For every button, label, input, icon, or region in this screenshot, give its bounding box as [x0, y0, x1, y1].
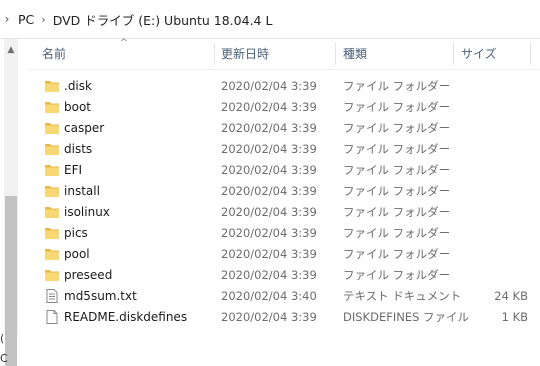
file-row[interactable]: preseed 2020/02/04 3:39 ファイル フォルダー [28, 265, 540, 286]
breadcrumb-pc[interactable]: PC [14, 12, 38, 27]
file-date: 2020/02/04 3:39 [221, 100, 317, 114]
column-header-name[interactable]: 名前 [42, 39, 66, 69]
file-row[interactable]: boot 2020/02/04 3:39 ファイル フォルダー [28, 97, 540, 118]
file-type: ファイル フォルダー [343, 205, 451, 219]
file-row[interactable]: md5sum.txt 2020/02/04 3:40 テキスト ドキュメント 24 K… [28, 286, 540, 307]
nav-item-label[interactable]: C [0, 352, 8, 365]
address-bar[interactable]: › PC › DVD ドライブ (E:) Ubuntu 18.04.4 L [0, 0, 540, 39]
breadcrumb-separator-icon[interactable]: › [38, 13, 48, 26]
folder-icon [44, 163, 60, 177]
column-divider[interactable] [530, 43, 531, 65]
file-date: 2020/02/04 3:39 [221, 268, 317, 282]
text-file-icon [44, 289, 60, 303]
file-date: 2020/02/04 3:39 [221, 121, 317, 135]
file-size: 1 KB [501, 310, 528, 324]
folder-icon [44, 268, 60, 282]
folder-icon [44, 184, 60, 198]
file-name: pics [64, 226, 88, 240]
file-row[interactable]: isolinux 2020/02/04 3:39 ファイル フォルダー [28, 202, 540, 223]
column-header: ^ 名前 更新日時 種類 サイズ [28, 38, 540, 70]
file-name: EFI [64, 163, 83, 177]
file-date: 2020/02/04 3:40 [221, 289, 317, 303]
file-row[interactable]: install 2020/02/04 3:39 ファイル フォルダー [28, 181, 540, 202]
column-header-type[interactable]: 種類 [343, 39, 367, 69]
file-name: .disk [64, 79, 92, 93]
file-type: ファイル フォルダー [343, 100, 451, 114]
file-row[interactable]: casper 2020/02/04 3:39 ファイル フォルダー [28, 118, 540, 139]
file-list: ^ 名前 更新日時 種類 サイズ .disk 2020/02/04 3:39 ファイ… [28, 38, 540, 334]
file-rows: .disk 2020/02/04 3:39 ファイル フォルダー boot 2020/0… [28, 76, 540, 328]
file-name: pool [64, 247, 90, 261]
file-name: md5sum.txt [64, 289, 137, 303]
file-row[interactable]: .disk 2020/02/04 3:39 ファイル フォルダー [28, 76, 540, 97]
file-date: 2020/02/04 3:39 [221, 184, 317, 198]
file-type: ファイル フォルダー [343, 226, 451, 240]
file-date: 2020/02/04 3:39 [221, 163, 317, 177]
file-type: ファイル フォルダー [343, 247, 451, 261]
navigation-pane: ▲ ( C [0, 39, 22, 366]
file-row[interactable]: dists 2020/02/04 3:39 ファイル フォルダー [28, 139, 540, 160]
file-name: install [64, 184, 100, 198]
file-type: ファイル フォルダー [343, 184, 451, 198]
column-divider[interactable] [453, 43, 454, 65]
folder-icon [44, 121, 60, 135]
folder-icon [44, 79, 60, 93]
file-name: casper [64, 121, 105, 135]
file-size: 24 KB [494, 289, 528, 303]
folder-icon [44, 226, 60, 240]
file-name: README.diskdefines [64, 310, 188, 324]
file-name: dists [64, 142, 93, 156]
folder-icon [44, 205, 60, 219]
file-type: ファイル フォルダー [343, 121, 451, 135]
file-date: 2020/02/04 3:39 [221, 79, 317, 93]
file-type: ファイル フォルダー [343, 268, 451, 282]
column-divider[interactable] [214, 43, 215, 65]
column-divider[interactable] [335, 43, 336, 65]
folder-icon [44, 142, 60, 156]
file-type: ファイル フォルダー [343, 79, 451, 93]
folder-icon [44, 247, 60, 261]
file-date: 2020/02/04 3:39 [221, 142, 317, 156]
folder-icon [44, 100, 60, 114]
column-header-date[interactable]: 更新日時 [221, 39, 269, 69]
sort-ascending-icon: ^ [120, 38, 128, 48]
file-type: ファイル フォルダー [343, 142, 451, 156]
file-name: preseed [64, 268, 113, 282]
file-row[interactable]: pool 2020/02/04 3:39 ファイル フォルダー [28, 244, 540, 265]
file-type: DISKDEFINES ファイル [343, 310, 470, 324]
breadcrumb-chevron-icon[interactable]: › [0, 12, 14, 26]
file-type: テキスト ドキュメント [343, 289, 462, 303]
file-row[interactable]: EFI 2020/02/04 3:39 ファイル フォルダー [28, 160, 540, 181]
file-name: isolinux [64, 205, 110, 219]
file-icon [44, 310, 60, 324]
breadcrumb-dvd-drive[interactable]: DVD ドライブ (E:) Ubuntu 18.04.4 L [49, 10, 277, 29]
nav-scrollbar-thumb[interactable] [5, 196, 17, 366]
file-row[interactable]: README.diskdefines 2020/02/04 3:39 DISKDEF… [28, 307, 540, 328]
file-row[interactable]: pics 2020/02/04 3:39 ファイル フォルダー [28, 223, 540, 244]
column-header-size[interactable]: サイズ [461, 39, 497, 69]
file-date: 2020/02/04 3:39 [221, 310, 317, 324]
file-name: boot [64, 100, 92, 114]
scroll-up-icon[interactable]: ▲ [4, 44, 18, 56]
file-type: ファイル フォルダー [343, 163, 451, 177]
file-date: 2020/02/04 3:39 [221, 205, 317, 219]
file-date: 2020/02/04 3:39 [221, 247, 317, 261]
file-date: 2020/02/04 3:39 [221, 226, 317, 240]
